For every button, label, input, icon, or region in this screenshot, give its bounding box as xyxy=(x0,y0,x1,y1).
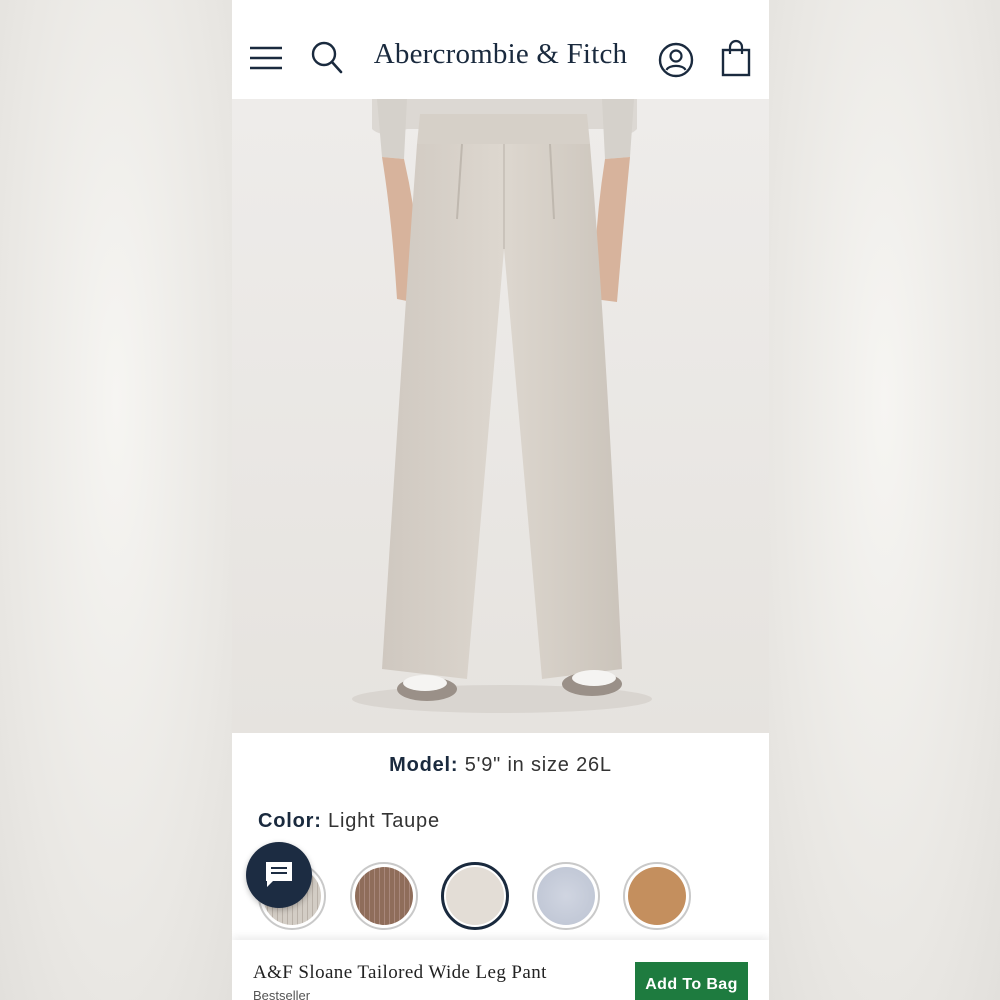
swatch-fill xyxy=(355,867,413,925)
shopping-bag-button[interactable] xyxy=(718,36,754,80)
model-info: Model: 5'9" in size 26L xyxy=(232,754,769,777)
swatch-fill xyxy=(446,867,504,925)
model-value: 5'9" in size 26L xyxy=(464,754,612,776)
color-label: Color: xyxy=(258,810,322,832)
swatch-camel[interactable] xyxy=(623,862,691,930)
swatch-fill xyxy=(537,867,595,925)
swatch-fill xyxy=(628,867,686,925)
swatch-brown-pinstripe[interactable] xyxy=(350,862,418,930)
swatch-light-taupe[interactable] xyxy=(441,862,509,930)
hamburger-menu-icon xyxy=(250,46,282,70)
model-label: Model: xyxy=(389,754,459,776)
phone-screen: Abercrombie & Fitch Model: 5'9" in size … xyxy=(232,0,769,1000)
color-info: Color: Light Taupe xyxy=(258,810,440,833)
sticky-add-to-bag-bar: A&F Sloane Tailored Wide Leg Pant Bestse… xyxy=(232,940,769,1000)
account-icon xyxy=(658,42,694,78)
account-button[interactable] xyxy=(656,40,696,80)
bestseller-badge: Bestseller xyxy=(253,988,311,1000)
product-image[interactable] xyxy=(232,99,769,733)
shopping-bag-icon xyxy=(721,39,751,77)
color-selected-value: Light Taupe xyxy=(328,810,440,832)
product-name: A&F Sloane Tailored Wide Leg Pant xyxy=(253,962,547,983)
add-to-bag-button[interactable]: Add To Bag xyxy=(635,962,748,1000)
chat-button[interactable] xyxy=(246,842,312,908)
right-background-blur xyxy=(769,0,1000,1000)
product-photo-illustration xyxy=(232,99,769,733)
chat-icon xyxy=(266,862,292,887)
menu-button[interactable] xyxy=(248,40,284,76)
site-header: Abercrombie & Fitch xyxy=(232,0,769,99)
swatch-light-blue-heather[interactable] xyxy=(532,862,600,930)
brand-logo[interactable]: Abercrombie & Fitch xyxy=(332,38,669,71)
left-background-blur xyxy=(0,0,232,1000)
